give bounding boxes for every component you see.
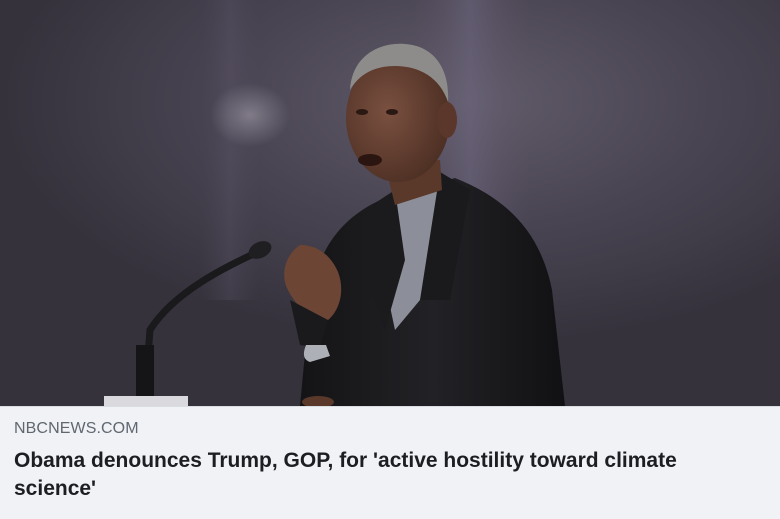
article-photo[interactable]	[0, 0, 780, 406]
background-light-blur	[210, 83, 290, 147]
article-headline[interactable]: Obama denounces Trump, GOP, for 'active …	[14, 447, 754, 503]
speaker-photo-illustration	[0, 0, 780, 406]
source-domain[interactable]: NBCNEWS.COM	[14, 420, 139, 438]
link-preview-card[interactable]: NBCNEWS.COM Obama denounces Trump, GOP, …	[0, 0, 780, 519]
link-preview-meta[interactable]: NBCNEWS.COM Obama denounces Trump, GOP, …	[0, 406, 780, 519]
